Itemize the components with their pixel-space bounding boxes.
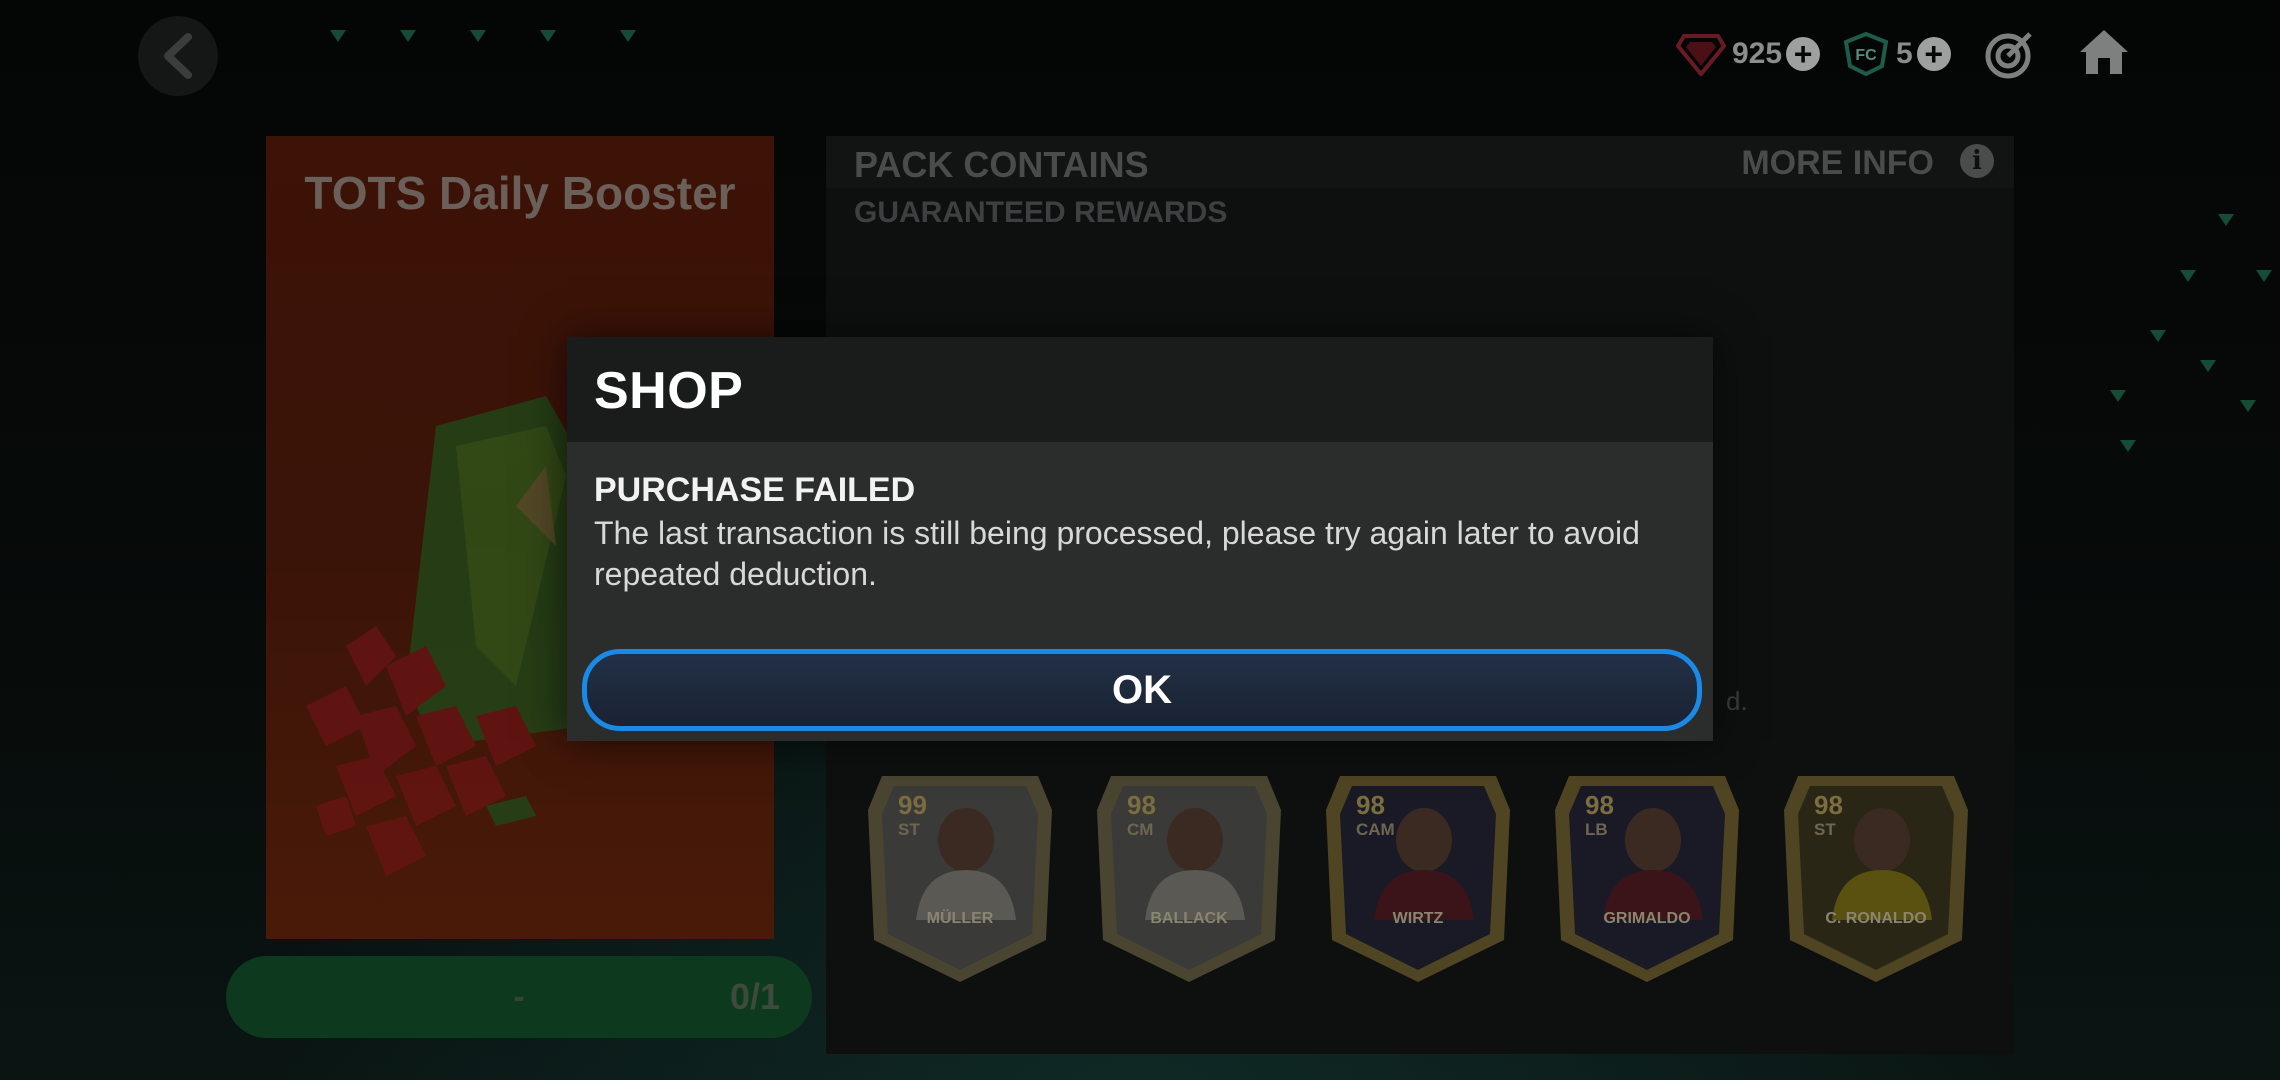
dialog-subtitle: PURCHASE FAILED (594, 471, 916, 509)
dialog-message: The last transaction is still being proc… (594, 515, 1640, 592)
dialog-header: SHOP (567, 337, 1713, 442)
ok-button[interactable]: OK (582, 649, 1702, 731)
dialog-title: SHOP (594, 362, 744, 420)
shop-dialog: SHOP PURCHASE FAILED The last transactio… (567, 337, 1713, 741)
